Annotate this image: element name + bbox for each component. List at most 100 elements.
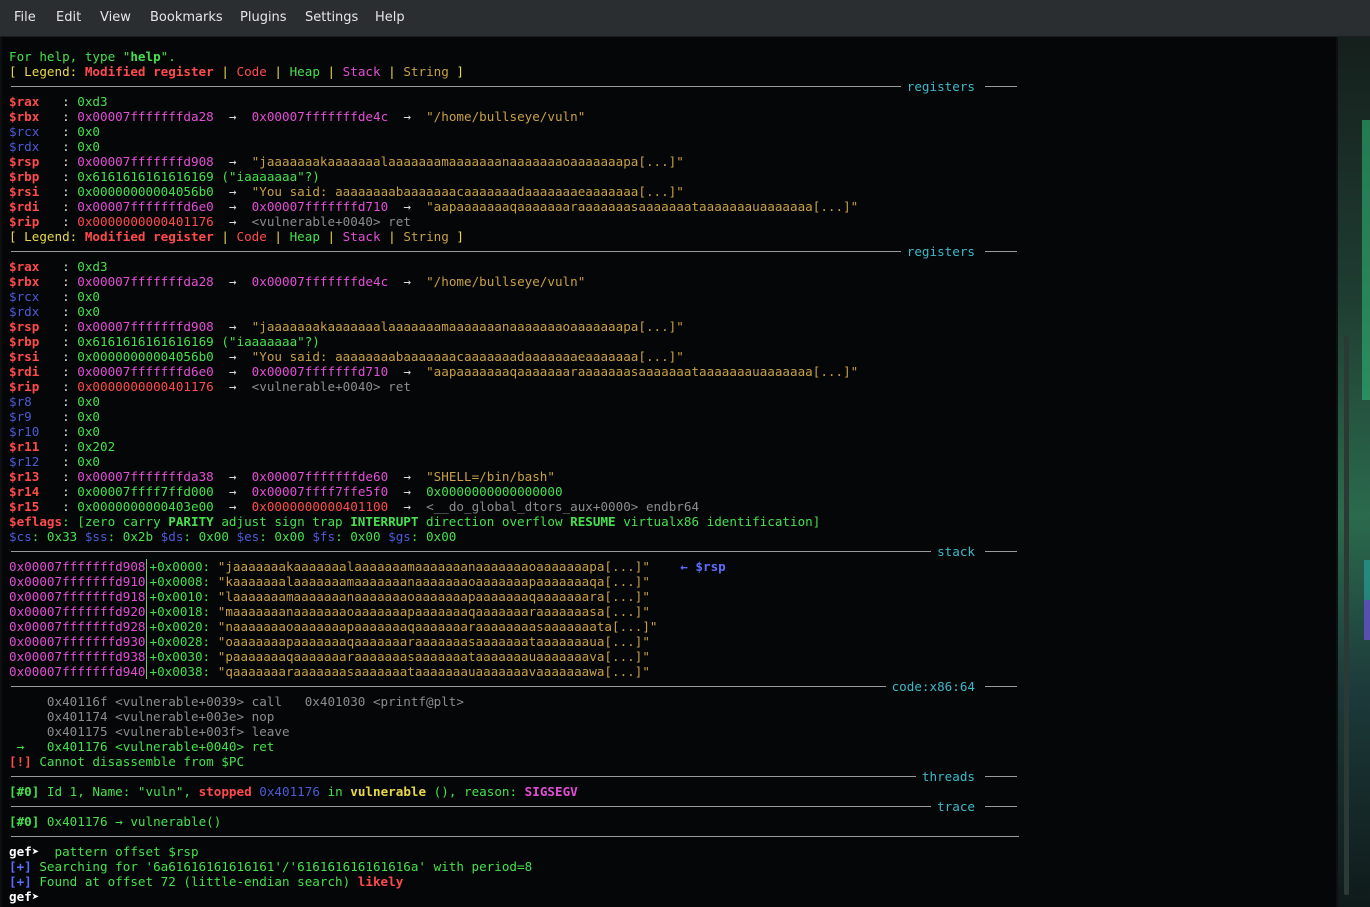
line-segment: : 0x33 — [31, 529, 85, 544]
line-segment: Heap — [289, 64, 320, 79]
line-segment: : — [39, 439, 78, 454]
terminal-line: $cs: 0x33 $ss: 0x2b $ds: 0x00 $es: 0x00 … — [9, 529, 858, 544]
line-segment: | — [380, 64, 404, 79]
terminal-line: $rbp : 0x6161616161616169 ("iaaaaaaa"?) — [9, 334, 858, 349]
line-segment: → — [388, 109, 427, 124]
line-segment: vulnerable — [350, 784, 427, 799]
terminal-line: $rdi : 0x00007fffffffd6e0 → 0x00007fffff… — [9, 364, 858, 379]
line-segment: 0x00007fffffffd928 — [9, 619, 146, 634]
line-segment: $fs — [312, 529, 336, 544]
line-segment: +0x0000: — [149, 559, 218, 574]
line-segment: → — [213, 184, 252, 199]
menu-view[interactable]: View — [100, 10, 131, 25]
line-segment: Modified register — [84, 64, 214, 79]
line-segment: → — [388, 499, 427, 514]
line-segment: → — [213, 199, 252, 214]
line-segment: <__do_global_dtors_aux+0000> endbr64 — [426, 499, 700, 514]
line-segment: $eflags — [9, 514, 63, 529]
terminal-line: $r11 : 0x202 — [9, 439, 858, 454]
terminal-line: $eflags: [zero carry PARITY adjust sign … — [9, 514, 858, 529]
line-segment: 0x0 — [77, 124, 101, 139]
terminal-line: 0x401175 <vulnerable+003f> leave — [9, 724, 858, 739]
line-segment: $rbp — [9, 334, 40, 349]
line-segment: Found at offset 72 (little-endian search… — [31, 874, 358, 889]
line-segment: : — [39, 349, 78, 364]
terminal-line: $r15 : 0x0000000000403e00 → 0x0000000000… — [9, 499, 858, 514]
line-segment: INTERRUPT — [350, 514, 419, 529]
line-segment: → — [213, 109, 252, 124]
line-segment: <vulnerable+0040> ret — [251, 214, 411, 229]
terminal-line: 0x00007fffffffd928 +0x0020: "naaaaaaaoaaa… — [9, 619, 858, 634]
line-segment: "jaaaaaaakaaaaaaalaaaaaaamaaaaaaanaaaaaa… — [251, 319, 684, 334]
line-segment: 0x00000000004056b0 — [77, 349, 214, 364]
terminal-line: $rsp : 0x00007fffffffd908 → "jaaaaaaakaa… — [9, 154, 858, 169]
menu-edit[interactable]: Edit — [56, 10, 81, 25]
line-segment: : — [39, 364, 78, 379]
line-segment: SIGSEGV — [524, 784, 578, 799]
terminal-line: 0x00007fffffffd908 +0x0000: "jaaaaaaakaaa… — [9, 559, 858, 574]
line-segment: → 0x401176 <vulnerable+0040> ret — [9, 739, 275, 754]
terminal-line: 0x00007fffffffd920 +0x0018: "maaaaaaanaaa… — [9, 604, 858, 619]
line-segment: Code — [236, 229, 267, 244]
line-segment: $rsp — [9, 319, 40, 334]
line-segment: ← — [649, 559, 696, 574]
line-segment: : — [39, 139, 78, 154]
terminal-scrollbar[interactable] — [1344, 335, 1349, 895]
line-segment: → — [213, 154, 252, 169]
line-segment: Heap — [289, 229, 320, 244]
menu-settings[interactable]: Settings — [305, 10, 358, 25]
line-segment: $r15 — [9, 499, 40, 514]
terminal-line: 0x401174 <vulnerable+003e> nop — [9, 709, 858, 724]
line-segment: 0x0000000000000000 — [426, 484, 563, 499]
line-segment: 0x00007fffffffd908 — [77, 154, 214, 169]
line-segment: → — [388, 199, 427, 214]
terminal-line: $rip : 0x0000000000401176 → <vulnerable+… — [9, 379, 858, 394]
line-segment: +0x0030: — [149, 649, 218, 664]
line-segment: | — [213, 64, 237, 79]
section-label: registers — [900, 79, 981, 94]
menu-bookmarks[interactable]: Bookmarks — [150, 10, 223, 25]
line-segment: : — [39, 169, 78, 184]
terminal-line: $rip : 0x0000000000401176 → <vulnerable+… — [9, 214, 858, 229]
line-segment: 0x00007fffffffd6e0 — [77, 364, 214, 379]
line-segment: 0x0 — [77, 289, 101, 304]
line-segment: : 0x00 — [410, 529, 457, 544]
line-segment: 0x401176 — [259, 784, 320, 799]
menu-help[interactable]: Help — [375, 10, 405, 25]
line-segment: $ds — [160, 529, 184, 544]
line-segment: For help, type " — [9, 49, 131, 64]
terminal-line: $rdi : 0x00007fffffffd6e0 → 0x00007fffff… — [9, 199, 858, 214]
line-segment: 0x00007fffffffd710 — [251, 364, 389, 379]
line-segment: 0x00007fffffffde4c — [251, 109, 389, 124]
terminal-line: 0x00007fffffffd940 +0x0038: "qaaaaaaaraaa… — [9, 664, 858, 679]
terminal-line: 0x00007fffffffd910 +0x0008: "kaaaaaaalaaa… — [9, 574, 858, 589]
wallpaper-accent — [1362, 120, 1370, 400]
line-segment: 0x00007ffff7ffe5f0 — [251, 484, 389, 499]
terminal-line: $rbp : 0x6161616161616169 ("iaaaaaaa"?) — [9, 169, 858, 184]
terminal-line: $r13 : 0x00007fffffffda38 → 0x00007fffff… — [9, 469, 858, 484]
line-segment: $rax — [9, 259, 40, 274]
line-segment: $gs — [388, 529, 411, 544]
line-segment: $rdi — [9, 199, 40, 214]
line-segment: : — [39, 154, 78, 169]
line-segment: "kaaaaaaalaaaaaaamaaaaaaanaaaaaaaoaaaaaa… — [217, 574, 650, 589]
line-segment: → — [213, 499, 252, 514]
line-segment: ] — [448, 229, 465, 244]
terminal-line: gef➤ pattern offset $rsp — [9, 844, 858, 859]
line-segment: : — [31, 409, 78, 424]
menu-file[interactable]: File — [14, 10, 36, 25]
terminal-line: $rax : 0xd3 — [9, 94, 858, 109]
terminal-line: [#0] 0x401176 → vulnerable() — [9, 814, 858, 829]
line-segment: +0x0008: — [149, 574, 218, 589]
line-segment: Id 1, Name: "vuln", — [39, 784, 199, 799]
line-segment: "SHELL=/bin/bash" — [426, 469, 555, 484]
terminal-line: $rax : 0xd3 — [9, 259, 858, 274]
section-label: code:x86:64 — [885, 679, 981, 694]
menu-plugins[interactable]: Plugins — [240, 10, 287, 25]
line-segment: (), reason: — [426, 784, 525, 799]
terminal-output[interactable]: For help, type "help".[ Legend: Modified… — [2, 37, 1336, 907]
line-segment: $ss — [84, 529, 108, 544]
terminal-line: $r12 : 0x0 — [9, 454, 858, 469]
line-segment: PARITY — [168, 514, 214, 529]
line-segment: 0x0 — [77, 394, 100, 409]
